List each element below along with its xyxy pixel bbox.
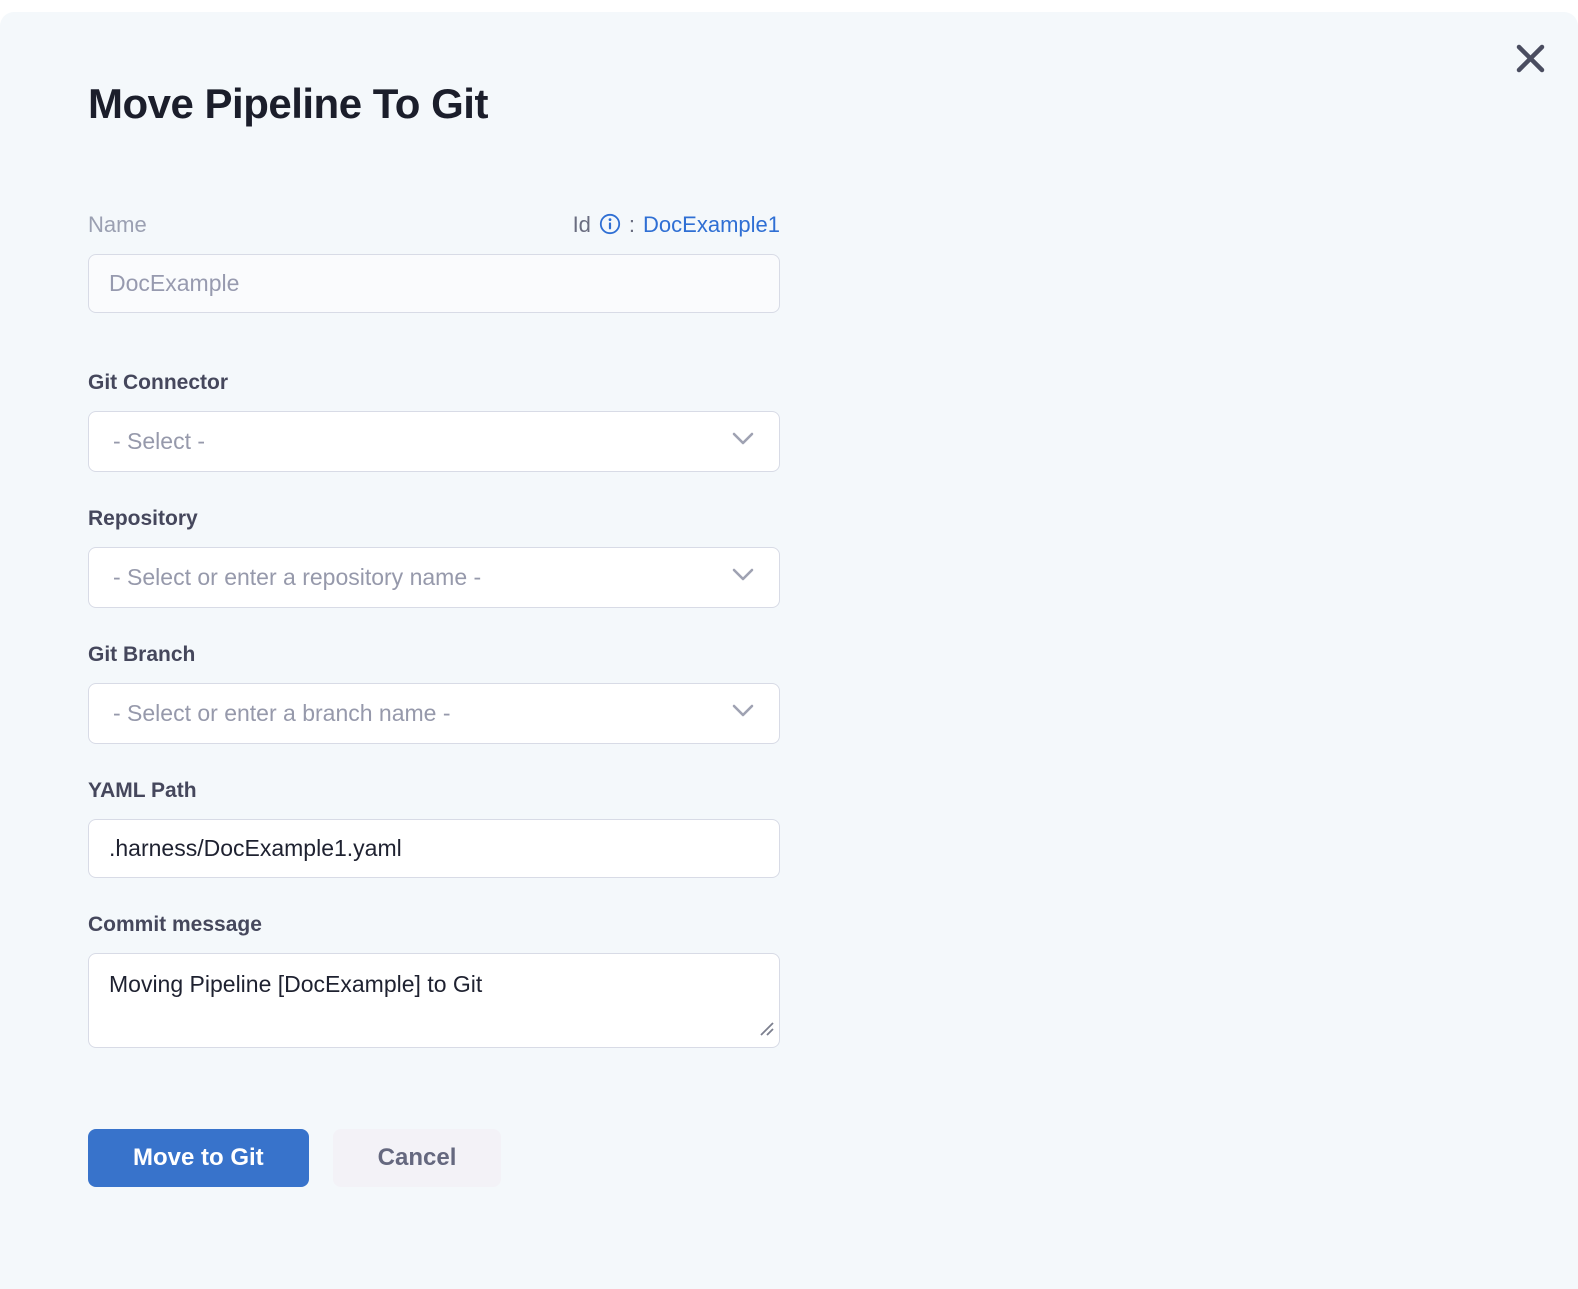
git-connector-placeholder: - Select - xyxy=(113,428,205,455)
name-label: Name xyxy=(88,212,147,238)
git-connector-group: Git Connector - Select - xyxy=(88,371,780,472)
yaml-path-label: YAML Path xyxy=(88,779,780,803)
git-branch-select[interactable]: - Select or enter a branch name - xyxy=(88,683,780,744)
cancel-button[interactable]: Cancel xyxy=(333,1129,502,1187)
dialog-actions: Move to Git Cancel xyxy=(88,1129,780,1187)
yaml-path-input[interactable] xyxy=(88,819,780,878)
commit-message-label: Commit message xyxy=(88,913,780,937)
yaml-path-group: YAML Path xyxy=(88,779,780,878)
chevron-down-icon xyxy=(731,432,755,451)
commit-message-textarea[interactable]: Moving Pipeline [DocExample] to Git xyxy=(88,953,780,1048)
repository-label: Repository xyxy=(88,507,780,531)
repository-select[interactable]: - Select or enter a repository name - xyxy=(88,547,780,608)
repository-placeholder: - Select or enter a repository name - xyxy=(113,564,481,591)
git-branch-placeholder: - Select or enter a branch name - xyxy=(113,700,451,727)
pipeline-id-value[interactable]: DocExample1 xyxy=(643,212,780,238)
pipeline-id-row: Id : DocExample1 xyxy=(573,212,780,238)
resize-handle-icon[interactable] xyxy=(757,1019,775,1042)
dialog-title: Move Pipeline To Git xyxy=(88,80,1578,128)
name-input[interactable] xyxy=(88,254,780,313)
chevron-down-icon xyxy=(731,704,755,723)
info-icon[interactable] xyxy=(599,213,621,235)
git-branch-label: Git Branch xyxy=(88,643,780,667)
move-pipeline-to-git-dialog: Move Pipeline To Git Name Id : DocExampl… xyxy=(0,12,1578,1289)
chevron-down-icon xyxy=(731,568,755,587)
git-branch-group: Git Branch - Select or enter a branch na… xyxy=(88,643,780,744)
id-separator: : xyxy=(629,212,635,238)
git-connector-select[interactable]: - Select - xyxy=(88,411,780,472)
commit-message-group: Commit message Moving Pipeline [DocExamp… xyxy=(88,913,780,1048)
repository-group: Repository - Select or enter a repositor… xyxy=(88,507,780,608)
id-label: Id xyxy=(573,212,591,238)
move-to-git-form: Name Id : DocExample1 Git Connector - Se… xyxy=(88,212,780,1187)
close-icon xyxy=(1514,42,1547,78)
close-button[interactable] xyxy=(1510,40,1550,80)
move-to-git-button[interactable]: Move to Git xyxy=(88,1129,309,1187)
name-header-row: Name Id : DocExample1 xyxy=(88,212,780,238)
git-connector-label: Git Connector xyxy=(88,371,780,395)
